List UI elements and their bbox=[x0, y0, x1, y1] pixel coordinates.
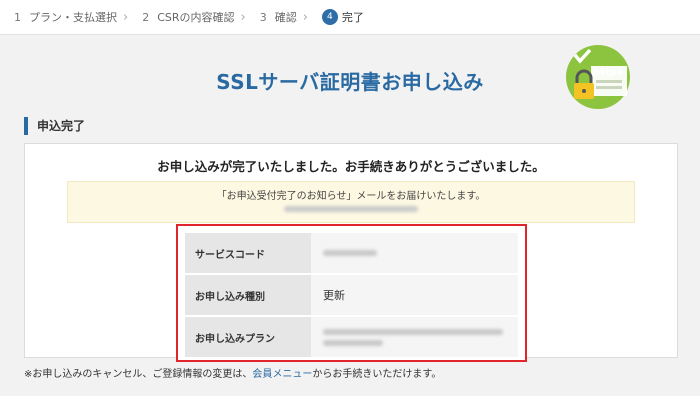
row-label: お申し込みプラン bbox=[185, 317, 311, 357]
order-summary-highlight: サービスコード お申し込み種別 更新 お申し込みプラン bbox=[176, 224, 527, 362]
step-number: 3 bbox=[259, 10, 267, 24]
section-title: 申込完了 bbox=[24, 117, 85, 135]
redacted-value bbox=[323, 328, 503, 335]
row-value-service-code bbox=[311, 233, 518, 273]
completion-message: お申し込みが完了いたしました。お手続きありがとうございました。 bbox=[157, 159, 545, 174]
completion-panel: お申し込みが完了いたしました。お手続きありがとうございました。 「お申込受付完了… bbox=[24, 143, 678, 362]
member-menu-link[interactable]: 会員メニュー bbox=[252, 369, 312, 380]
table-row: サービスコード bbox=[185, 233, 518, 275]
redacted-value bbox=[323, 339, 383, 346]
step-label: 確認 bbox=[274, 11, 297, 24]
chevron-right-icon: › bbox=[240, 9, 246, 25]
step-number-active: 4 bbox=[321, 9, 338, 25]
step-confirm: 3 確認 › bbox=[260, 9, 308, 25]
order-summary-table: サービスコード お申し込み種別 更新 お申し込みプラン bbox=[185, 233, 518, 357]
step-plan: 1 プラン・支払選択 › bbox=[14, 9, 128, 25]
redacted-email bbox=[284, 206, 418, 212]
step-complete: 4 完了 bbox=[321, 9, 364, 25]
step-number: 1 bbox=[14, 10, 21, 24]
step-csr: 2 CSRの内容確認 › bbox=[142, 9, 246, 25]
footer-note-prefix: ※お申し込みのキャンセル、ご登録情報の変更は、 bbox=[24, 369, 253, 380]
badge-text: https bbox=[593, 67, 623, 78]
step-number: 2 bbox=[142, 10, 150, 24]
redacted-value bbox=[323, 250, 377, 256]
email-notice: 「お申込受付完了のお知らせ」メールをお届けいたします。 bbox=[67, 181, 635, 223]
table-row: お申し込みプラン bbox=[185, 317, 518, 357]
https-lock-icon: https bbox=[565, 44, 631, 110]
step-label: CSRの内容確認 bbox=[157, 11, 235, 24]
chevron-right-icon: › bbox=[123, 9, 129, 25]
step-label: 完了 bbox=[341, 11, 364, 24]
row-value-plan bbox=[311, 317, 518, 357]
step-label: プラン・支払選択 bbox=[29, 11, 117, 24]
table-row: お申し込み種別 更新 bbox=[185, 275, 518, 317]
progress-steps: 1 プラン・支払選択 › 2 CSRの内容確認 › 3 確認 › 4 完了 bbox=[0, 0, 700, 35]
row-label: お申し込み種別 bbox=[185, 275, 311, 315]
notice-text: 「お申込受付完了のお知らせ」メールをお届けいたします。 bbox=[216, 191, 486, 202]
chevron-right-icon: › bbox=[302, 9, 308, 25]
row-value-type: 更新 bbox=[311, 275, 518, 315]
row-label: サービスコード bbox=[185, 233, 311, 273]
footer-note: ※お申し込みのキャンセル、ご登録情報の変更は、会員メニューからお手続きいただけま… bbox=[24, 365, 441, 380]
footer-note-suffix: からお手続きいただけます。 bbox=[312, 369, 442, 380]
